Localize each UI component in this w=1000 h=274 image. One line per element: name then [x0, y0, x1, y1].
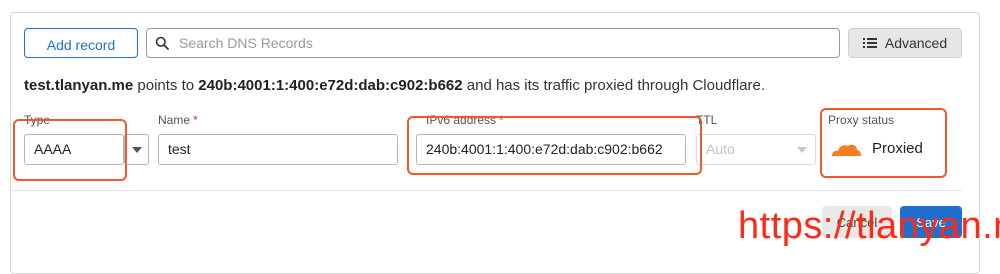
name-required-mark: *: [193, 113, 198, 127]
chevron-down-icon: [131, 146, 142, 153]
watermark-text: https://tlanyan.me: [738, 205, 1000, 247]
summary-suffix: and has its traffic proxied through Clou…: [466, 77, 765, 94]
name-label-text: Name: [158, 113, 191, 127]
search-icon: [155, 36, 169, 50]
name-input[interactable]: test: [158, 134, 398, 165]
divider: [10, 190, 962, 191]
proxy-highlight-box: [820, 108, 947, 178]
summary-points-to: points to: [137, 77, 195, 94]
type-highlight-box: [13, 119, 127, 181]
advanced-button[interactable]: Advanced: [848, 28, 962, 58]
add-record-button[interactable]: Add record: [24, 28, 138, 58]
summary-address: 240b:4001:1:400:e72d:dab:c902:b662: [198, 77, 463, 94]
ttl-value: Auto: [706, 141, 735, 157]
summary-hostname: test.tlanyan.me: [24, 77, 134, 94]
search-input[interactable]: [177, 34, 839, 52]
name-label: Name *: [158, 113, 198, 127]
record-summary: test.tlanyan.me points to 240b:4001:1:40…: [24, 77, 765, 94]
advanced-label: Advanced: [884, 35, 948, 51]
list-icon: [862, 38, 877, 48]
ttl-select[interactable]: Auto: [696, 134, 816, 165]
chevron-down-icon: [797, 147, 807, 153]
type-dropdown-toggle[interactable]: [124, 134, 149, 165]
search-box[interactable]: [146, 28, 840, 58]
ipv6-highlight-box: [407, 116, 702, 175]
